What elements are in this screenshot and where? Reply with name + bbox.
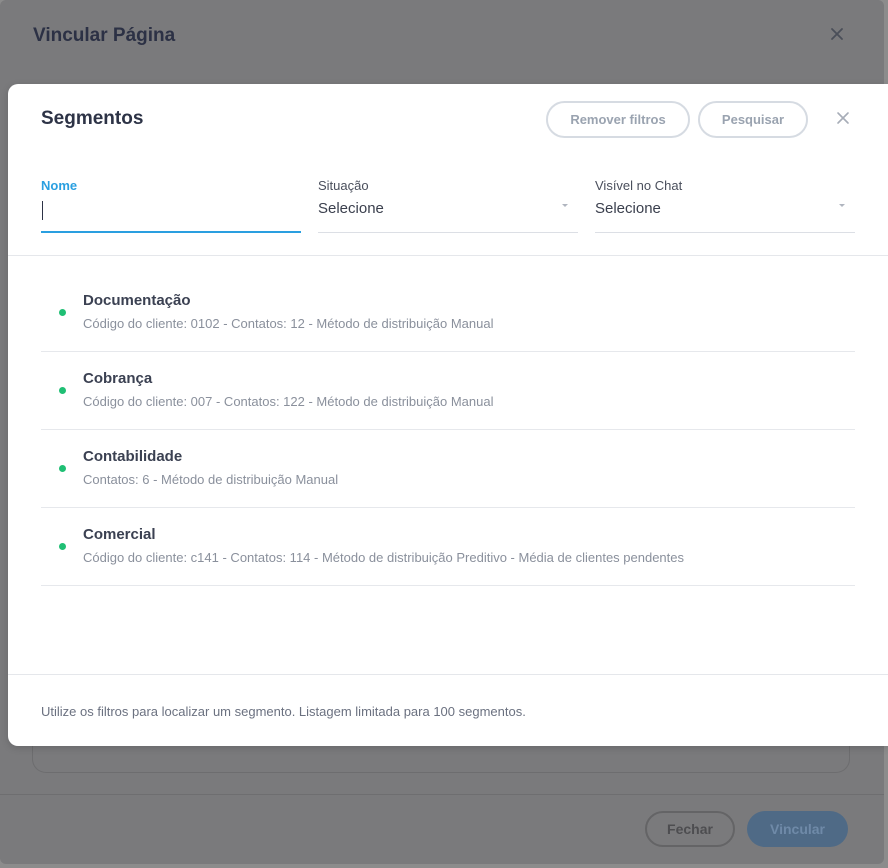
pesquisar-button[interactable]: Pesquisar: [698, 101, 808, 138]
segment-details: Código do cliente: 0102 - Contatos: 12 -…: [83, 316, 494, 331]
situacao-label: Situação: [318, 178, 369, 193]
filters-divider: [8, 255, 888, 256]
segment-details: Código do cliente: 007 - Contatos: 122 -…: [83, 394, 494, 409]
background-modal-title: Vincular Página: [33, 25, 176, 46]
text-cursor: [42, 201, 43, 220]
situacao-select[interactable]: Situação Selecione: [318, 178, 578, 233]
list-item[interactable]: Documentação Código do cliente: 0102 - C…: [41, 274, 855, 352]
situacao-value[interactable]: Selecione: [318, 200, 384, 217]
list-item[interactable]: Contabilidade Contatos: 6 - Método de di…: [41, 430, 855, 508]
visivel-chat-select[interactable]: Visível no Chat Selecione: [595, 178, 855, 233]
segment-name: Documentação: [83, 292, 191, 309]
fechar-button[interactable]: Fechar: [645, 811, 735, 847]
list-item[interactable]: Comercial Código do cliente: c141 - Cont…: [41, 508, 855, 586]
visivel-chat-label: Visível no Chat: [595, 178, 683, 193]
segment-details: Contatos: 6 - Método de distribuição Man…: [83, 472, 339, 487]
visivel-chat-underline: [595, 232, 855, 233]
status-dot-icon: [59, 309, 66, 316]
nome-filter: Nome: [41, 178, 301, 233]
close-icon[interactable]: [836, 111, 850, 125]
visivel-chat-value[interactable]: Selecione: [595, 200, 661, 217]
segment-name: Cobrança: [83, 370, 153, 387]
remover-filtros-button[interactable]: Remover filtros: [546, 101, 690, 138]
status-dot-icon: [59, 387, 66, 394]
nome-underline: [41, 231, 301, 233]
vincular-button[interactable]: Vincular: [747, 811, 848, 847]
status-dot-icon: [59, 543, 66, 550]
nome-label: Nome: [41, 178, 78, 193]
segmentos-modal: Segmentos Remover filtros Pesquisar Nome…: [8, 84, 888, 746]
list-item[interactable]: Cobrança Código do cliente: 007 - Contat…: [41, 352, 855, 430]
segment-name: Comercial: [83, 526, 156, 543]
chevron-down-icon[interactable]: [562, 204, 568, 207]
segment-details: Código do cliente: c141 - Contatos: 114 …: [83, 550, 685, 565]
close-icon[interactable]: [829, 26, 845, 42]
modal-title: Segmentos: [41, 108, 144, 129]
segments-list: Documentação Código do cliente: 0102 - C…: [41, 274, 855, 586]
footer-hint: Utilize os filtros para localizar um seg…: [41, 704, 526, 719]
situacao-underline: [318, 232, 578, 233]
chevron-down-icon[interactable]: [839, 204, 845, 207]
footer-divider: [8, 674, 888, 675]
background-footer-divider: [0, 794, 884, 795]
segment-name: Contabilidade: [83, 448, 183, 465]
status-dot-icon: [59, 465, 66, 472]
nome-input[interactable]: [41, 198, 291, 224]
